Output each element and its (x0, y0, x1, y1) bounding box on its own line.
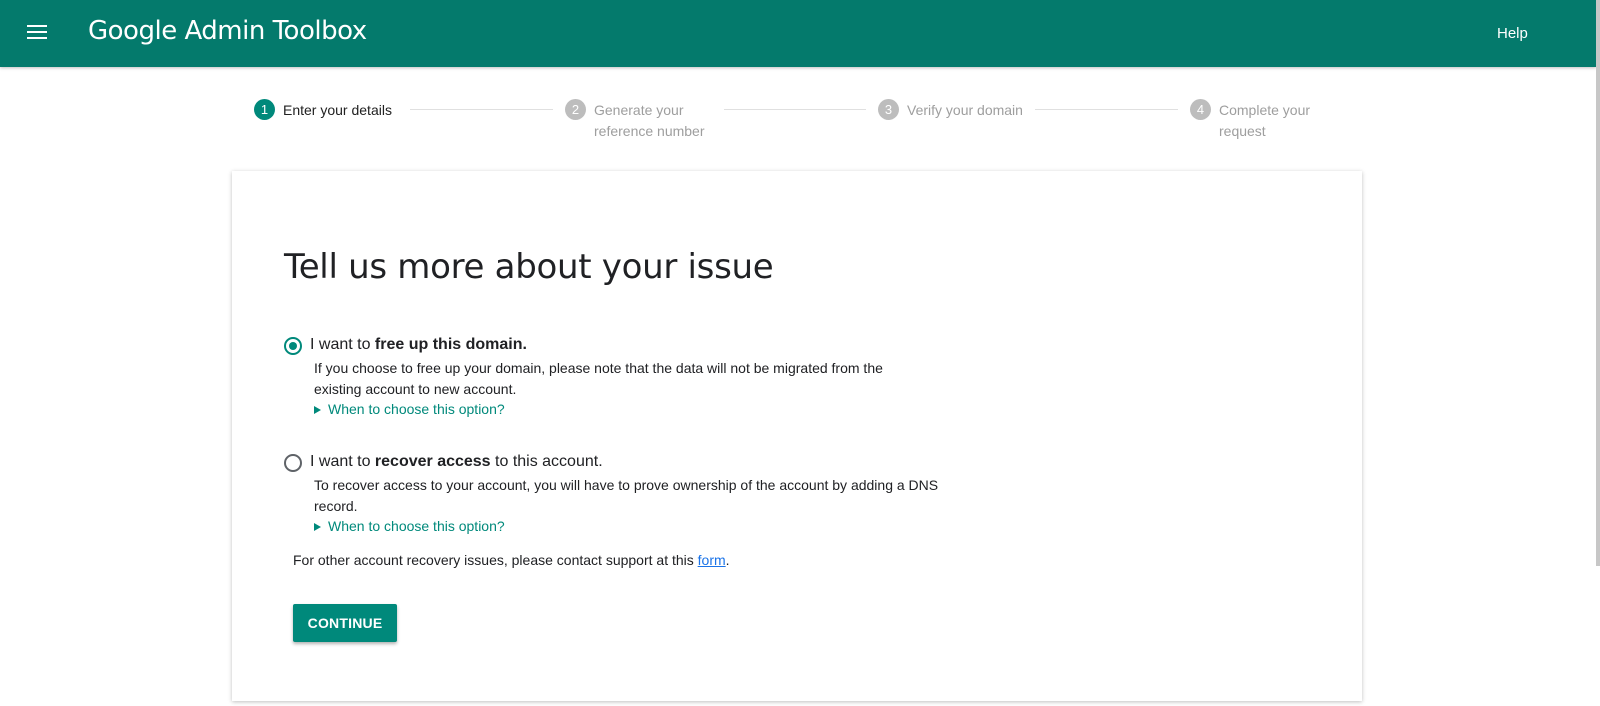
progress-stepper: 1 Enter your details 2 Generate your ref… (254, 98, 1334, 148)
when-to-choose-toggle-1[interactable]: When to choose this option? (314, 399, 505, 419)
step-number-4: 4 (1190, 99, 1211, 120)
other-issues-suffix: . (725, 552, 730, 568)
toggle-label: When to choose this option? (328, 401, 505, 417)
option-label-free-up-domain[interactable]: I want to free up this domain. (310, 335, 527, 355)
step-number-3: 3 (878, 99, 899, 120)
step-number-1: 1 (254, 99, 275, 120)
radio-recover-access[interactable] (284, 454, 302, 472)
help-link[interactable]: Help (1497, 25, 1528, 42)
step-label-3: Verify your domain (907, 102, 1023, 118)
option-label-bold: free up this domain. (374, 336, 527, 353)
when-to-choose-toggle-2[interactable]: When to choose this option? (314, 516, 505, 536)
step-connector (1035, 109, 1178, 110)
page-title: Tell us more about your issue (284, 247, 774, 287)
expand-triangle-icon (314, 406, 321, 414)
step-label-4: Complete your request (1219, 102, 1311, 139)
expand-triangle-icon (314, 523, 321, 531)
support-form-link[interactable]: form (698, 552, 726, 568)
issue-card: Tell us more about your issue I want to … (232, 171, 1362, 701)
other-issues-prefix: For other account recovery issues, pleas… (293, 552, 698, 568)
option-description: If you choose to free up your domain, pl… (314, 360, 883, 397)
scrollbar[interactable] (1596, 0, 1600, 566)
menu-icon[interactable] (27, 24, 47, 40)
step-connector (410, 109, 553, 110)
radio-free-up-domain[interactable] (284, 337, 302, 355)
toggle-label: When to choose this option? (328, 518, 505, 534)
app-header: Google Admin Toolbox Help (0, 0, 1596, 67)
option-label-recover-access[interactable]: I want to recover access to this account… (310, 452, 603, 472)
step-label-1: Enter your details (283, 102, 392, 118)
option-label-bold: recover access (374, 453, 491, 470)
step-label-2: Generate your reference number (594, 102, 705, 139)
app-title: Google Admin Toolbox (88, 16, 367, 46)
option-label-prefix: I want to (310, 453, 375, 470)
option-description: To recover access to your account, you w… (314, 477, 939, 514)
continue-button[interactable]: CONTINUE (293, 604, 397, 642)
step-number-2: 2 (565, 99, 586, 120)
other-issues-text: For other account recovery issues, pleas… (293, 552, 730, 568)
option-label-prefix: I want to (310, 336, 375, 353)
step-connector (724, 109, 866, 110)
option-label-suffix: to this account. (490, 453, 603, 470)
